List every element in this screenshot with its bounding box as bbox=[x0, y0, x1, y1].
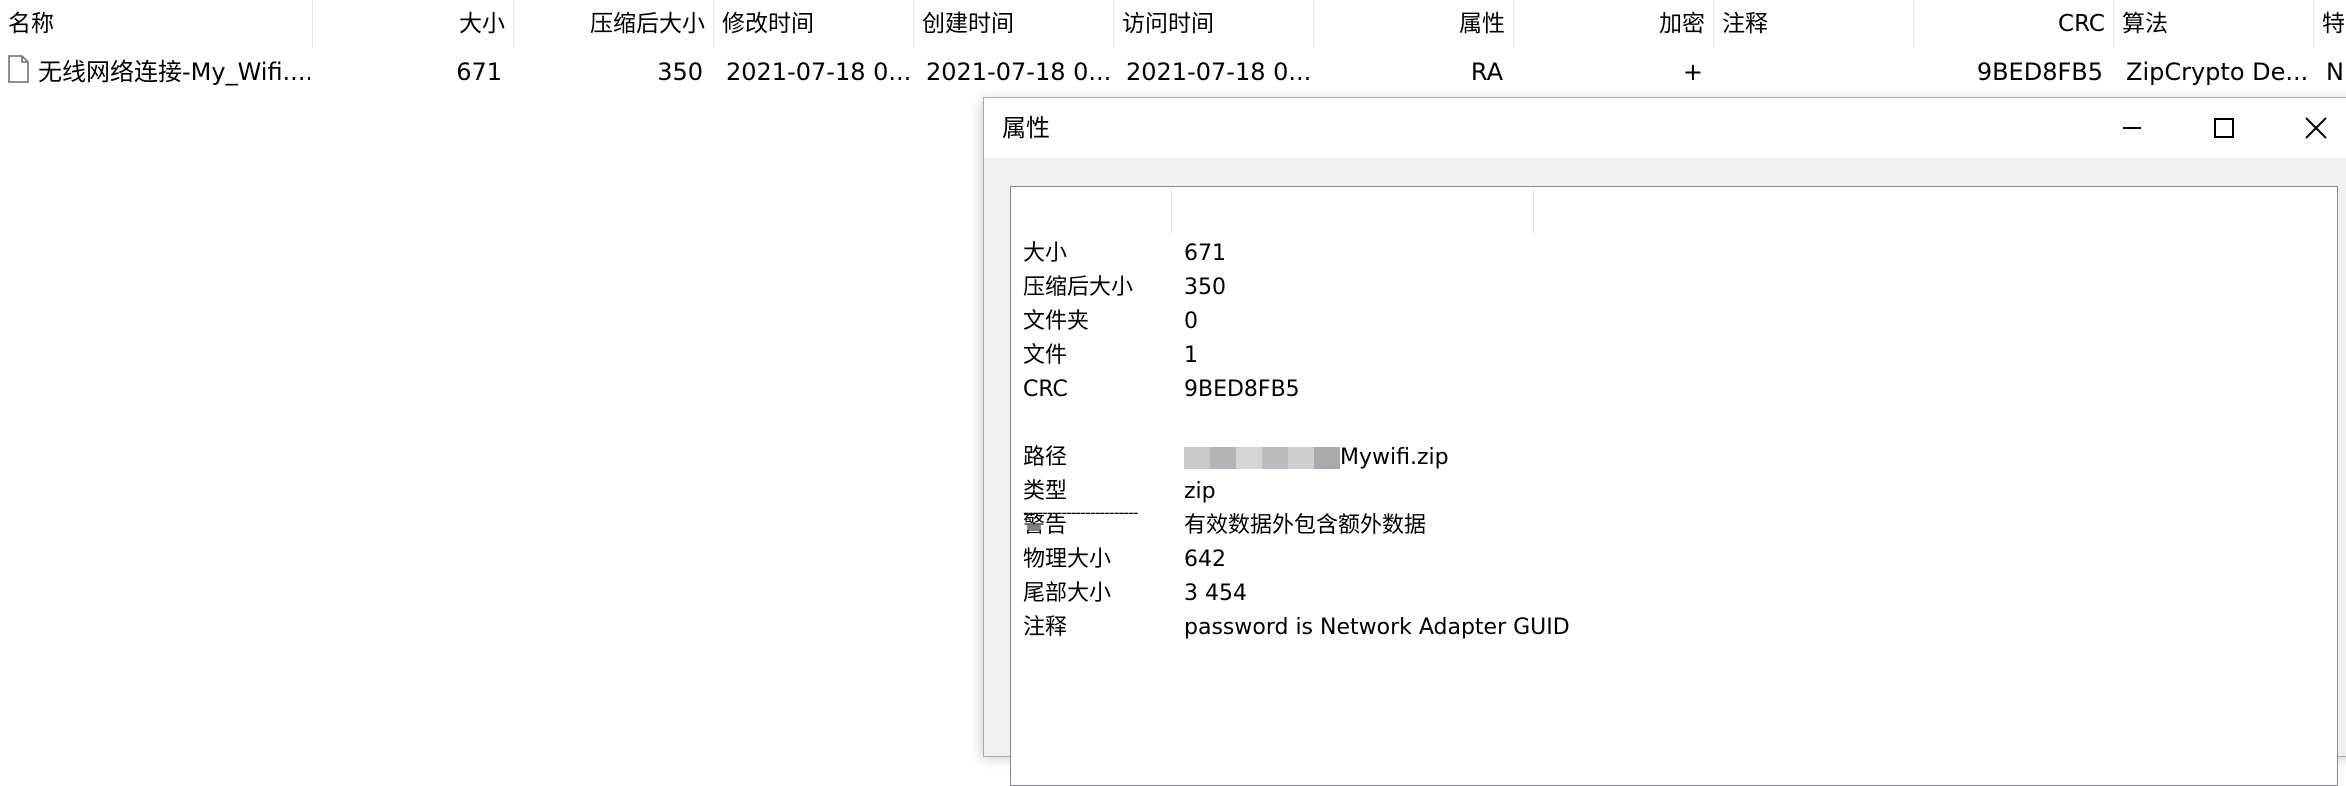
column-header-comment[interactable]: 注释 bbox=[1714, 0, 1914, 48]
prop-value-path: Mywifi.zip bbox=[1184, 442, 1449, 474]
prop-name: 类型 bbox=[1023, 479, 1068, 504]
prop-name: 物理大小 bbox=[1023, 547, 1112, 572]
column-header-modified[interactable]: 修改时间 bbox=[714, 0, 914, 48]
file-comment bbox=[1726, 50, 1914, 94]
prop-name: 尾部大小 bbox=[1023, 581, 1112, 606]
file-modified: 2021-07-18 0... bbox=[726, 58, 912, 86]
file-attributes: RA bbox=[1470, 58, 1503, 86]
file-crc: 9BED8FB5 bbox=[1976, 58, 2103, 86]
close-button[interactable] bbox=[2270, 98, 2346, 158]
properties-dialog: 属性 大小 671 压缩后大小 350 文件夹 0 文件 1 CRC 9BED8… bbox=[983, 97, 2346, 786]
prop-name: 路径 bbox=[1023, 445, 1068, 470]
column-header-packed-size[interactable]: 压缩后大小 bbox=[514, 0, 714, 48]
file-size: 671 bbox=[456, 58, 502, 86]
file-packed-size: 350 bbox=[657, 58, 703, 86]
path-filename: Mywifi.zip bbox=[1340, 445, 1449, 470]
column-header-method[interactable]: 算法 bbox=[2114, 0, 2314, 48]
prop-name: 文件夹 bbox=[1023, 309, 1090, 334]
prop-name: 大小 bbox=[1023, 241, 1068, 266]
column-separator bbox=[1171, 187, 1172, 235]
column-separator bbox=[1533, 187, 1534, 235]
prop-value: 1 bbox=[1184, 343, 1198, 368]
column-header-attributes[interactable]: 属性 bbox=[1314, 0, 1514, 48]
dialog-title: 属性 bbox=[1002, 114, 1050, 142]
prop-value: zip bbox=[1184, 479, 1216, 504]
file-name: 无线网络连接-My_Wifi.... bbox=[38, 58, 310, 86]
column-header-crc[interactable]: CRC bbox=[1914, 0, 2114, 48]
column-header-characteristics[interactable]: 特 bbox=[2314, 0, 2346, 48]
file-encrypted: + bbox=[1682, 58, 1703, 86]
maximize-button[interactable] bbox=[2178, 98, 2270, 158]
properties-list[interactable]: 大小 671 压缩后大小 350 文件夹 0 文件 1 CRC 9BED8FB5… bbox=[1010, 186, 2338, 786]
file-accessed: 2021-07-18 0... bbox=[1126, 58, 1312, 86]
prop-value: 9BED8FB5 bbox=[1184, 377, 1300, 402]
prop-value: 3 454 bbox=[1184, 581, 1247, 606]
close-icon bbox=[2305, 117, 2327, 139]
dialog-titlebar[interactable]: 属性 bbox=[984, 98, 2346, 158]
minimize-icon bbox=[2123, 127, 2141, 129]
file-icon bbox=[8, 55, 29, 83]
prop-name: 注释 bbox=[1023, 615, 1068, 640]
prop-value: 0 bbox=[1184, 309, 1198, 334]
prop-value: 671 bbox=[1184, 241, 1226, 266]
file-characteristics: N bbox=[2326, 58, 2344, 86]
column-header-created[interactable]: 创建时间 bbox=[914, 0, 1114, 48]
prop-value: password is Network Adapter GUID bbox=[1184, 615, 1570, 640]
file-created: 2021-07-18 0... bbox=[926, 58, 1112, 86]
column-header-size[interactable]: 大小 bbox=[313, 0, 514, 48]
prop-name: 警告 bbox=[1023, 513, 1068, 538]
redacted-path bbox=[1184, 445, 1340, 470]
prop-value: 有效数据外包含额外数据 bbox=[1184, 513, 1427, 538]
file-method: ZipCrypto De... bbox=[2126, 58, 2309, 86]
column-header-accessed[interactable]: 访问时间 bbox=[1114, 0, 1314, 48]
prop-name: 压缩后大小 bbox=[1023, 275, 1134, 300]
prop-name: 文件 bbox=[1023, 343, 1068, 368]
column-header-name[interactable]: 名称 bbox=[0, 0, 313, 48]
prop-value: 350 bbox=[1184, 275, 1226, 300]
prop-value: 642 bbox=[1184, 547, 1226, 572]
prop-name: CRC bbox=[1023, 377, 1068, 402]
maximize-icon bbox=[2214, 118, 2234, 138]
minimize-button[interactable] bbox=[2086, 98, 2178, 158]
column-header-encrypted[interactable]: 加密 bbox=[1514, 0, 1714, 48]
